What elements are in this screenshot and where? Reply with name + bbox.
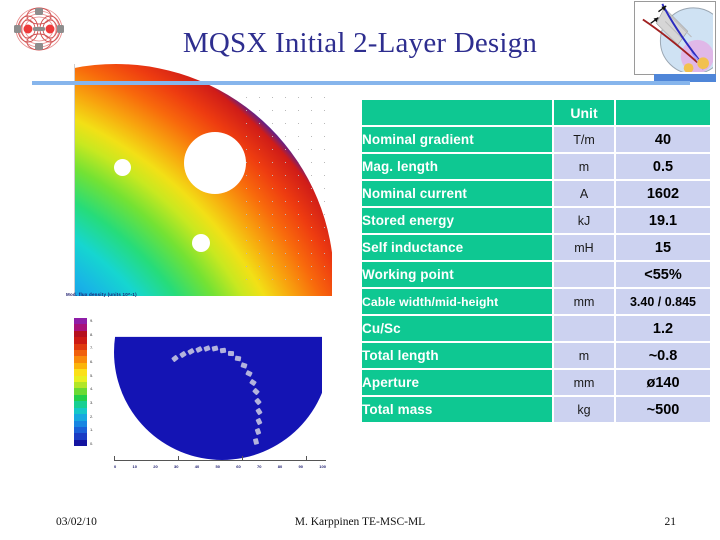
row-value: 3.40 / 0.845	[616, 289, 710, 314]
table-row: Stored energy kJ 19.1	[362, 208, 710, 233]
fem-field-map-top	[74, 64, 332, 296]
coil-block-outline	[170, 338, 310, 456]
footer-author: M. Karppinen TE-MSC-ML	[294, 516, 426, 528]
row-label: Stored energy	[362, 208, 552, 233]
row-unit: kg	[554, 397, 614, 422]
row-value: 1.2	[616, 316, 710, 341]
row-unit: mm	[554, 289, 614, 314]
table-header-row: Unit	[362, 100, 710, 125]
table-row: Mag. length m 0.5	[362, 154, 710, 179]
row-value: 40	[616, 127, 710, 152]
header-unit-cell: Unit	[554, 100, 614, 125]
row-label: Total length	[362, 343, 552, 368]
row-unit: A	[554, 181, 614, 206]
table-row: Total length m ~0.8	[362, 343, 710, 368]
slide-canvas: Mod. flux density (units 10^-1) 9.8.7.	[0, 0, 720, 540]
table-row: Cu/Sc 1.2	[362, 316, 710, 341]
fem-bottom-plotbox	[114, 336, 322, 460]
row-value: ~0.8	[616, 343, 710, 368]
fem-field-map-bottom: Mod. flux density (units 10^-1) 9.8.7.	[62, 292, 358, 504]
row-value: 1602	[616, 181, 710, 206]
row-value: 15	[616, 235, 710, 260]
title-divider	[32, 81, 690, 85]
row-unit: T/m	[554, 127, 614, 152]
row-label: Nominal current	[362, 181, 552, 206]
row-label: Cable width/mid-height	[362, 289, 552, 314]
table-row: Aperture mm ø140	[362, 370, 710, 395]
page-title: MQSX Initial 2-Layer Design	[182, 27, 538, 59]
row-label: Mag. length	[362, 154, 552, 179]
row-value: <55%	[616, 262, 710, 287]
row-unit: m	[554, 343, 614, 368]
table-row: Self inductance mH 15	[362, 235, 710, 260]
header-value-cell	[616, 100, 710, 125]
row-value: ~500	[616, 397, 710, 422]
row-unit: kJ	[554, 208, 614, 233]
row-unit	[554, 316, 614, 341]
row-unit: m	[554, 154, 614, 179]
row-value: 19.1	[616, 208, 710, 233]
table-row: Nominal current A 1602	[362, 181, 710, 206]
row-label: Working point	[362, 262, 552, 287]
row-value: 0.5	[616, 154, 710, 179]
fem-colorbar	[74, 318, 87, 447]
row-label: Aperture	[362, 370, 552, 395]
table-row: Total mass kg ~500	[362, 397, 710, 422]
footer-page-number: 21	[664, 516, 677, 528]
row-value: ø140	[616, 370, 710, 395]
mqsx-parameter-table: Unit Nominal gradient T/m 40 Mag. length…	[360, 98, 712, 424]
row-unit	[554, 262, 614, 287]
row-unit: mm	[554, 370, 614, 395]
row-unit: mH	[554, 235, 614, 260]
row-label: Nominal gradient	[362, 127, 552, 152]
header-label-cell	[362, 100, 552, 125]
table-row: Nominal gradient T/m 40	[362, 127, 710, 152]
row-label: Total mass	[362, 397, 552, 422]
fem-bottom-x-ticks: 0 10 20 30 40 50 60 70 80 90 100	[114, 464, 326, 469]
fem-colorbar-labels: 9. 8. 7. 6. 5. 4. 3. 2. 1. 0.	[90, 318, 94, 446]
table-row: Working point <55%	[362, 262, 710, 287]
row-label: Self inductance	[362, 235, 552, 260]
fem-bottom-caption: Mod. flux density (units 10^-1)	[66, 292, 137, 297]
row-label: Cu/Sc	[362, 316, 552, 341]
table-row: Cable width/mid-height mm 3.40 / 0.845	[362, 289, 710, 314]
